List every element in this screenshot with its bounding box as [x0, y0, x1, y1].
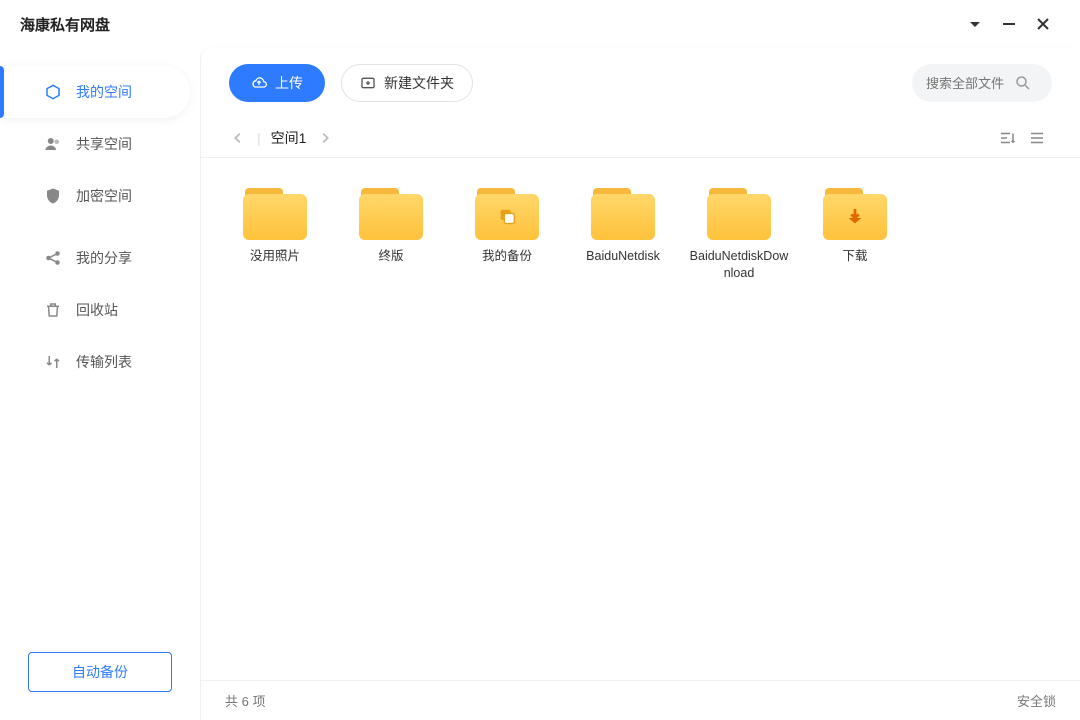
sidebar: 我的空间 共享空间 加密空间 我的分享 回收站: [0, 48, 200, 720]
sidebar-item-label: 我的空间: [76, 82, 132, 102]
content-area: 上传 新建文件夹 | 空间1: [200, 48, 1080, 720]
sidebar-item-label: 共享空间: [76, 134, 132, 154]
folder-item[interactable]: 我的备份: [449, 182, 565, 288]
titlebar: 海康私有网盘: [0, 0, 1080, 48]
app-title: 海康私有网盘: [20, 14, 110, 35]
breadcrumb-current[interactable]: 空间1: [271, 128, 307, 148]
view-toggle-button[interactable]: [1022, 123, 1052, 153]
copy-overlay-icon: [496, 205, 518, 227]
auto-backup-button[interactable]: 自动备份: [28, 652, 172, 692]
folder-name: BaiduNetdisk: [586, 248, 660, 265]
folder-icon: [823, 188, 887, 240]
folder-item[interactable]: BaiduNetdiskDownload: [681, 182, 797, 288]
search-icon: [1014, 74, 1032, 92]
upload-button-label: 上传: [275, 73, 303, 93]
statusbar: 共 6 项 安全锁: [201, 680, 1080, 720]
share-icon: [44, 249, 62, 267]
sidebar-item-encrypted-space[interactable]: 加密空间: [0, 170, 190, 222]
folder-icon: [591, 188, 655, 240]
status-count: 共 6 项: [225, 691, 265, 710]
folder-name: 下载: [842, 248, 867, 265]
new-folder-icon: [360, 75, 376, 91]
transfer-icon: [44, 353, 62, 371]
folder-name: 我的备份: [482, 248, 532, 265]
folder-icon: [243, 188, 307, 240]
breadcrumb-row: | 空间1: [201, 118, 1080, 158]
toolbar: 上传 新建文件夹: [201, 48, 1080, 118]
folder-item[interactable]: 下载: [797, 182, 913, 288]
dropdown-icon[interactable]: [958, 7, 992, 41]
search-input[interactable]: [926, 76, 1006, 91]
sidebar-item-shared-space[interactable]: 共享空间: [0, 118, 190, 170]
folder-icon: [475, 188, 539, 240]
folder-item[interactable]: BaiduNetdisk: [565, 182, 681, 288]
shield-icon: [44, 187, 62, 205]
sidebar-item-transfer-list[interactable]: 传输列表: [0, 336, 190, 388]
sidebar-item-my-share[interactable]: 我的分享: [0, 232, 190, 284]
folder-icon: [359, 188, 423, 240]
close-button[interactable]: [1026, 7, 1060, 41]
sidebar-item-recycle-bin[interactable]: 回收站: [0, 284, 190, 336]
sidebar-item-my-space[interactable]: 我的空间: [0, 66, 190, 118]
upload-button[interactable]: 上传: [229, 64, 325, 102]
chevron-right-icon: [316, 129, 334, 147]
download-overlay-icon: [844, 205, 866, 227]
sidebar-item-label: 传输列表: [76, 352, 132, 372]
folder-name: 没用照片: [250, 248, 300, 265]
minimize-button[interactable]: [992, 7, 1026, 41]
folder-item[interactable]: 终版: [333, 182, 449, 288]
file-grid: 没用照片 终版 我的备份 BaiduNetdisk BaiduNetdiskDownlo…: [201, 158, 1080, 680]
search-box[interactable]: [912, 64, 1052, 102]
folder-item[interactable]: 没用照片: [217, 182, 333, 288]
new-folder-button-label: 新建文件夹: [384, 73, 454, 93]
sort-button[interactable]: [992, 123, 1022, 153]
folder-name: 终版: [378, 248, 403, 265]
sidebar-item-label: 加密空间: [76, 186, 132, 206]
trash-icon: [44, 301, 62, 319]
cube-icon: [44, 83, 62, 101]
breadcrumb-separator: |: [257, 130, 261, 146]
folder-icon: [707, 188, 771, 240]
people-icon: [44, 135, 62, 153]
sidebar-item-label: 我的分享: [76, 248, 132, 268]
new-folder-button[interactable]: 新建文件夹: [341, 64, 473, 102]
cloud-upload-icon: [251, 75, 267, 91]
sidebar-item-label: 回收站: [76, 300, 118, 320]
folder-name: BaiduNetdiskDownload: [687, 248, 791, 282]
breadcrumb-back-button[interactable]: [229, 129, 247, 147]
security-lock-button[interactable]: 安全锁: [1017, 691, 1056, 710]
